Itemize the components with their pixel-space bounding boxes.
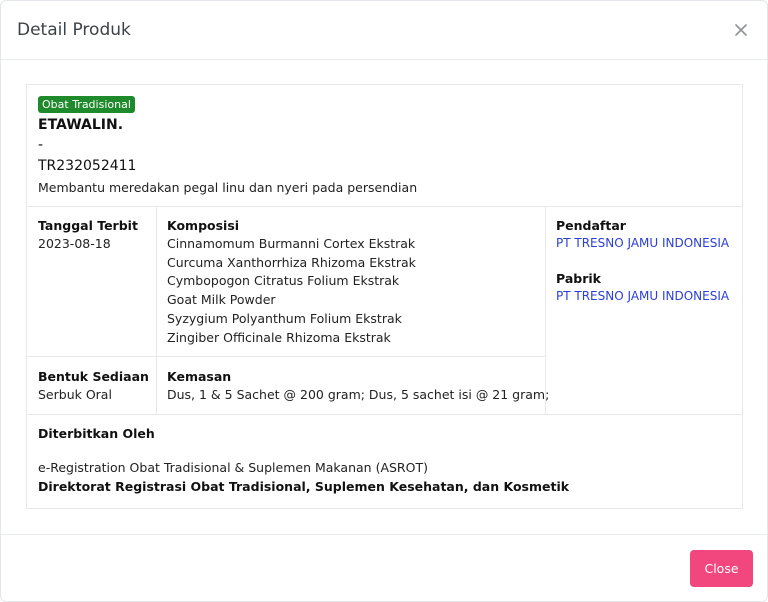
issue-date-cell: Tanggal Terbit 2023-08-18 (38, 218, 138, 254)
product-detail-modal: Detail Produk Obat Tradisional ETAWALIN.… (0, 0, 768, 602)
composition-item: Goat Milk Powder (167, 292, 276, 308)
divider (27, 356, 545, 357)
product-name: ETAWALIN. (38, 117, 124, 133)
packaging-label: Kemasan (167, 369, 232, 384)
dosage-form-value: Serbuk Oral (38, 387, 112, 402)
issue-date-label: Tanggal Terbit (38, 218, 138, 233)
registrant-cell: Pendaftar PT TRESNO JAMU INDONESIA Pabri… (556, 218, 729, 303)
divider (27, 206, 742, 207)
composition-list: Cinnamomum Burmanni Cortex Ekstrak Curcu… (167, 235, 416, 347)
close-icon[interactable] (730, 19, 752, 41)
composition-item: Zingiber Officinale Rhizoma Ekstrak (167, 329, 391, 345)
publisher-label: Diterbitkan Oleh (38, 426, 155, 441)
registration-number: TR232052411 (38, 158, 137, 174)
composition-item: Cinnamomum Burmanni Cortex Ekstrak (167, 236, 416, 251)
composition-item: Syzygium Polyanthum Folium Ekstrak (167, 310, 402, 326)
issue-date-value: 2023-08-18 (38, 236, 111, 251)
registrant-link[interactable]: PT TRESNO JAMU INDONESIA (556, 236, 729, 250)
packaging-cell: Kemasan Dus, 1 & 5 Sachet @ 200 gram; Du… (167, 369, 549, 405)
publisher-cell: Diterbitkan Oleh e-Registration Obat Tra… (38, 426, 569, 494)
category-badge: Obat Tradisional (38, 96, 135, 113)
modal-title: Detail Produk (17, 20, 131, 40)
name-separator: - (38, 137, 44, 153)
packaging-value: Dus, 1 & 5 Sachet @ 200 gram; Dus, 5 sac… (167, 387, 550, 402)
composition-label: Komposisi (167, 218, 240, 233)
dosage-form-label: Bentuk Sediaan (38, 369, 149, 384)
publisher-directorate: Direktorat Registrasi Obat Tradisional, … (38, 478, 570, 494)
divider (27, 414, 742, 415)
publisher-system: e-Registration Obat Tradisional & Suplem… (38, 460, 428, 475)
composition-cell: Komposisi Cinnamomum Burmanni Cortex Eks… (167, 218, 416, 347)
factory-link[interactable]: PT TRESNO JAMU INDONESIA (556, 289, 729, 303)
divider (156, 206, 157, 414)
registrant-label: Pendaftar (556, 218, 626, 233)
product-claim: Membantu meredakan pegal linu dan nyeri … (38, 180, 418, 195)
factory-label: Pabrik (556, 271, 601, 286)
close-button[interactable]: Close (690, 550, 753, 587)
composition-item: Cymbopogon Citratus Folium Ekstrak (167, 273, 400, 289)
modal-header: Detail Produk (1, 1, 767, 60)
modal-footer-divider (1, 534, 767, 535)
dosage-form-cell: Bentuk Sediaan Serbuk Oral (38, 369, 149, 405)
composition-item: Curcuma Xanthorrhiza Rhizoma Ekstrak (167, 254, 416, 270)
product-card: Obat Tradisional ETAWALIN. - TR232052411… (26, 84, 743, 509)
